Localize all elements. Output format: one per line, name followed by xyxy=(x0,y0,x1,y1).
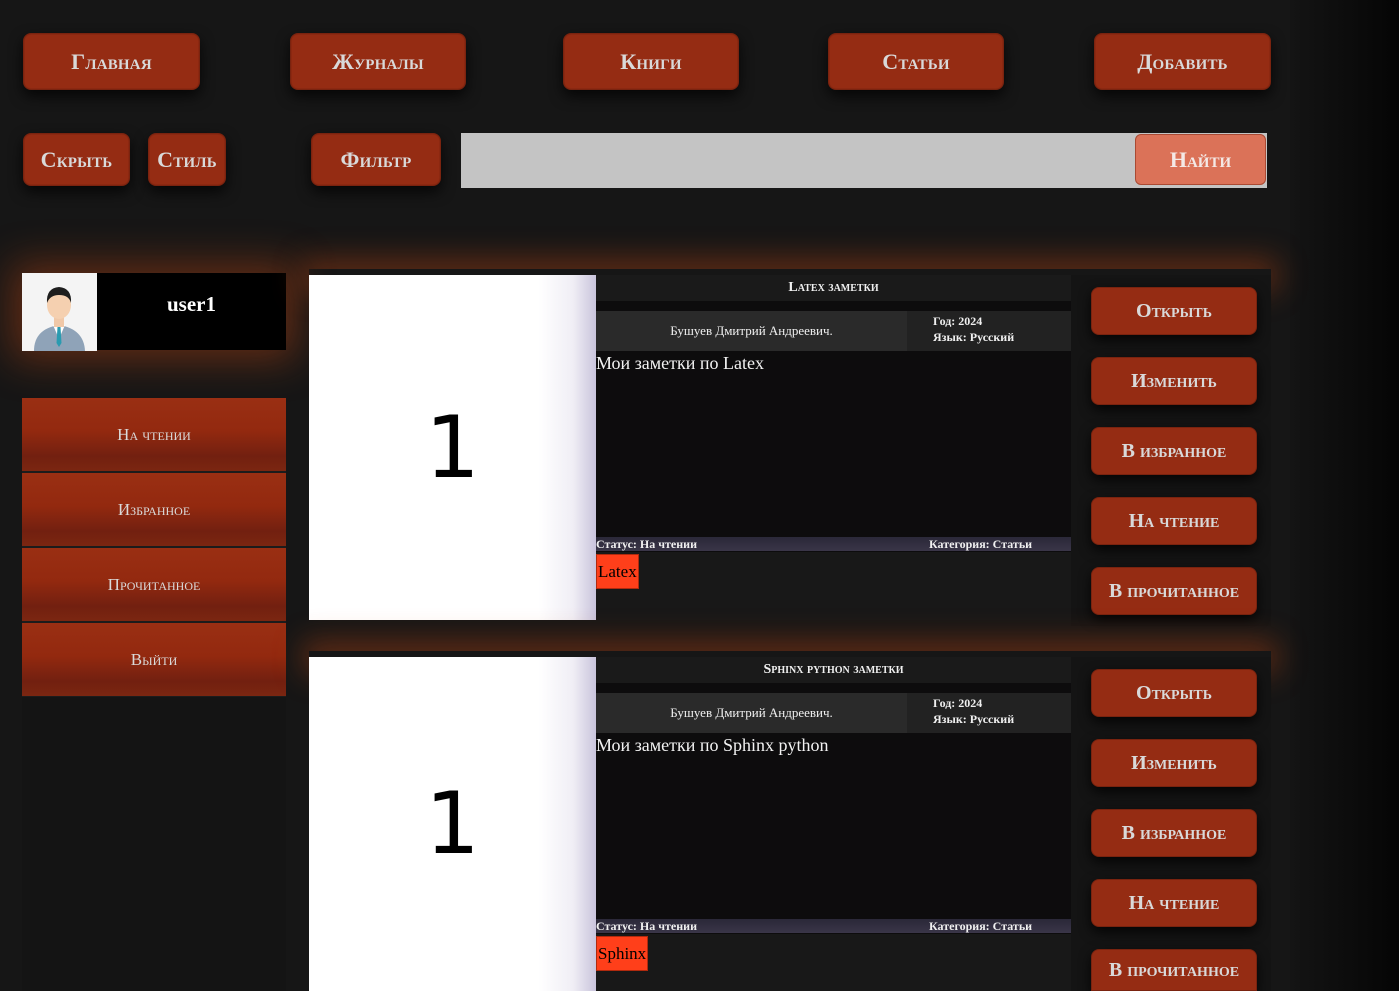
tag-chip[interactable]: Sphinx xyxy=(596,936,649,971)
document-cover[interactable]: 1 xyxy=(309,275,596,620)
document-card: 1 Latex заметки Бушуев Дмитрий Андреевич… xyxy=(309,275,1271,626)
sidebar-item-favorites[interactable]: Избранное xyxy=(22,473,286,546)
sidebar-item-logout[interactable]: Выйти xyxy=(22,623,286,696)
nav-home-button[interactable]: Главная xyxy=(23,33,200,90)
document-title: Sphinx python заметки xyxy=(596,657,1071,683)
add-to-favorites-button[interactable]: В избранное xyxy=(1091,809,1257,857)
sidebar-background xyxy=(22,697,286,991)
document-card: 1 Sphinx python заметки Бушуев Дмитрий А… xyxy=(309,657,1271,991)
document-actions: Открыть Изменить В избранное На чтение В… xyxy=(1071,275,1271,626)
document-year: Год: 2024 xyxy=(933,314,983,328)
nav-books-button[interactable]: Книги xyxy=(563,33,739,90)
document-description: Мои заметки по Latex xyxy=(596,353,765,373)
document-info: Latex заметки Бушуев Дмитрий Андреевич. … xyxy=(596,275,1071,620)
document-language: Язык: Русский xyxy=(933,712,1015,726)
document-author: Бушуев Дмитрий Андреевич. xyxy=(596,693,907,733)
tag-chip[interactable]: Latex xyxy=(596,554,639,589)
sidebar-item-reading[interactable]: На чтении xyxy=(22,398,286,471)
nav-journals-button[interactable]: Журналы xyxy=(290,33,466,90)
document-cover[interactable]: 1 xyxy=(309,657,596,991)
document-actions: Открыть Изменить В избранное На чтение В… xyxy=(1071,657,1271,991)
document-year-language: Год: 2024 Язык: Русский xyxy=(933,313,1014,345)
find-button[interactable]: Найти xyxy=(1135,134,1266,185)
add-to-favorites-button[interactable]: В избранное xyxy=(1091,427,1257,475)
document-language: Язык: Русский xyxy=(933,330,1015,344)
right-shade xyxy=(1290,0,1399,991)
document-category: Категория: Статьи xyxy=(929,537,1033,551)
document-title: Latex заметки xyxy=(596,275,1071,301)
open-button[interactable]: Открыть xyxy=(1091,669,1257,717)
document-year: Год: 2024 xyxy=(933,696,983,710)
edit-button[interactable]: Изменить xyxy=(1091,739,1257,787)
document-status: Статус: На чтении xyxy=(596,537,697,551)
sidebar-menu: На чтении Избранное Прочитанное Выйти xyxy=(22,398,286,698)
open-button[interactable]: Открыть xyxy=(1091,287,1257,335)
username: user1 xyxy=(167,291,216,316)
nav-articles-button[interactable]: Статьи xyxy=(828,33,1004,90)
hide-button[interactable]: Скрыть xyxy=(23,133,130,186)
document-description: Мои заметки по Sphinx python xyxy=(596,735,829,755)
document-info: Sphinx python заметки Бушуев Дмитрий Анд… xyxy=(596,657,1071,991)
document-status-row: Статус: На чтении Категория: Статьи xyxy=(596,537,1071,551)
style-button[interactable]: Стиль xyxy=(148,133,226,186)
document-status: Статус: На чтении xyxy=(596,919,697,933)
nav-add-button[interactable]: Добавить xyxy=(1094,33,1271,90)
document-status-row: Статус: На чтении Категория: Статьи xyxy=(596,919,1071,933)
mark-reading-button[interactable]: На чтение xyxy=(1091,879,1257,927)
document-author: Бушуев Дмитрий Андреевич. xyxy=(596,311,907,351)
user-avatar-icon[interactable] xyxy=(22,273,97,351)
user-profile: user1 xyxy=(22,273,286,351)
sidebar-item-read[interactable]: Прочитанное xyxy=(22,548,286,621)
filter-button[interactable]: Фильтр xyxy=(311,133,441,186)
document-year-language: Год: 2024 Язык: Русский xyxy=(933,695,1014,727)
mark-reading-button[interactable]: На чтение xyxy=(1091,497,1257,545)
mark-read-button[interactable]: В прочитанное xyxy=(1091,949,1257,991)
document-meta: Бушуев Дмитрий Андреевич. Год: 2024 Язык… xyxy=(596,693,1071,733)
edit-button[interactable]: Изменить xyxy=(1091,357,1257,405)
document-tags: Sphinx xyxy=(596,934,1071,991)
document-tags: Latex xyxy=(596,552,1071,620)
document-category: Категория: Статьи xyxy=(929,919,1033,933)
document-meta: Бушуев Дмитрий Андреевич. Год: 2024 Язык… xyxy=(596,311,1071,351)
mark-read-button[interactable]: В прочитанное xyxy=(1091,567,1257,615)
